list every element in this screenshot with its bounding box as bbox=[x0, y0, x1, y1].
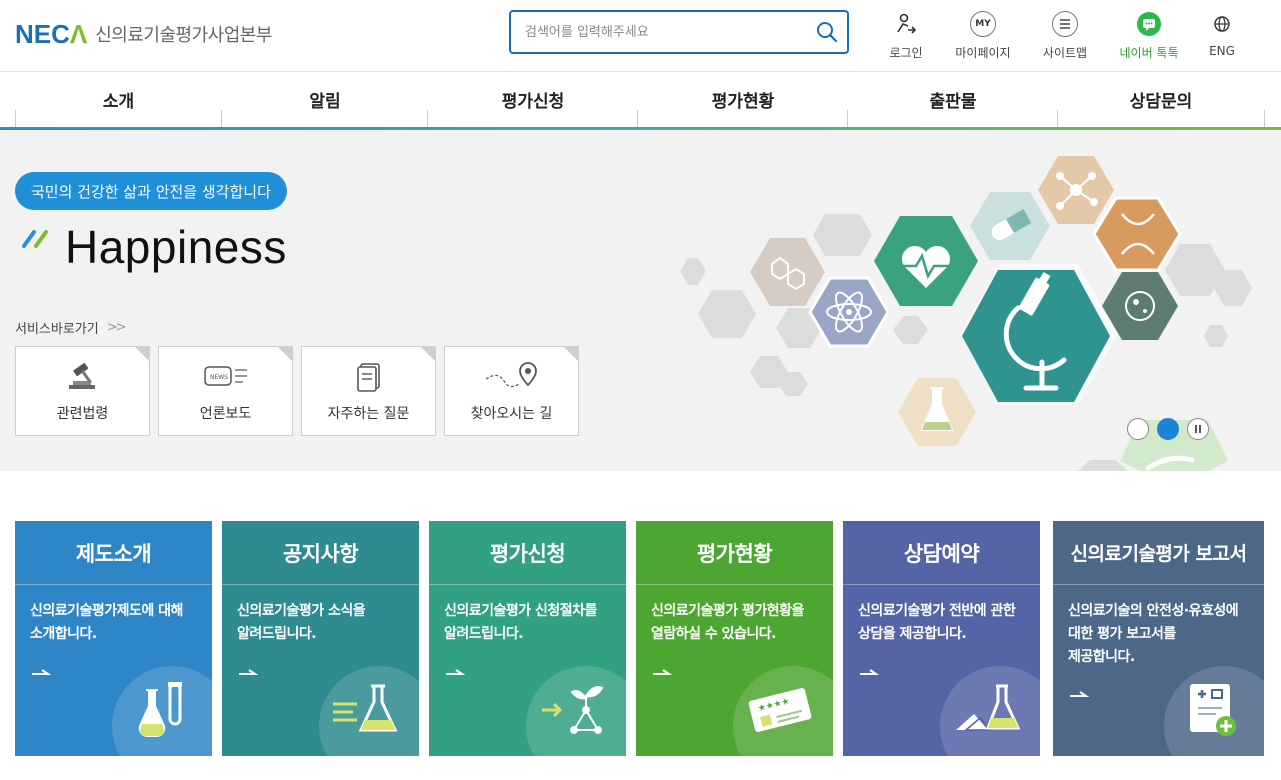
pause-icon bbox=[1195, 425, 1197, 433]
notebook-icon bbox=[356, 363, 380, 392]
card-description: 신의료기술평가제도에 대해 소개합니다. bbox=[30, 603, 183, 642]
login-label: 로그인 bbox=[889, 46, 923, 60]
quick-link-label: 언론보도 bbox=[199, 406, 252, 422]
nav-divider bbox=[15, 110, 16, 128]
card-description: 신의료기술평가 전반에 관한 상담을 제공합니다. bbox=[858, 603, 1016, 642]
svg-text:NEWS: NEWS bbox=[210, 374, 228, 381]
search-button[interactable] bbox=[815, 20, 839, 44]
slash-decoration bbox=[22, 230, 48, 248]
nav-item-intro[interactable]: 소개 bbox=[15, 72, 222, 127]
pause-button[interactable] bbox=[1187, 418, 1209, 440]
nav-divider bbox=[1264, 110, 1265, 128]
quick-link-faq[interactable]: 자주하는 질문 bbox=[301, 346, 436, 436]
card-description: 신의료기술평가 소식을 알려드립니다. bbox=[237, 603, 366, 642]
card-title: 공지사항 bbox=[222, 521, 419, 585]
quick-link-label: 관련법령 bbox=[56, 406, 109, 422]
news-icon: NEWS bbox=[203, 366, 247, 386]
english-label: ENG bbox=[1209, 44, 1235, 58]
login-link[interactable]: 로그인 bbox=[870, 10, 942, 61]
main-nav: 소개 알림 평가신청 평가현황 출판물 상담문의 bbox=[0, 72, 1281, 130]
slogan-badge: 국민의 건강한 삶과 안전을 생각합니다 bbox=[15, 172, 287, 210]
card-apply[interactable]: 평가신청 신의료기술평가 신청절차를 알려드립니다. bbox=[429, 521, 626, 756]
card-title: 평가현황 bbox=[636, 521, 833, 585]
naver-talk-link[interactable]: 네이버 톡톡 bbox=[1113, 10, 1185, 61]
sitemap-label: 사이트맵 bbox=[1042, 46, 1088, 60]
login-icon bbox=[892, 10, 920, 38]
nav-divider bbox=[427, 110, 428, 128]
nav-item-notice[interactable]: 알림 bbox=[222, 72, 428, 127]
site-logo[interactable]: NECΛ 신의료기술평가사업본부 bbox=[15, 18, 272, 50]
sprout-icon bbox=[542, 686, 604, 734]
location-pin-icon bbox=[485, 362, 537, 388]
slide-indicator[interactable] bbox=[1127, 418, 1149, 440]
card-title: 상담예약 bbox=[843, 521, 1040, 585]
sitemap-link[interactable]: 사이트맵 bbox=[1029, 10, 1101, 61]
card-title: 제도소개 bbox=[15, 521, 212, 585]
sitemap-icon bbox=[1052, 11, 1078, 37]
nav-divider bbox=[1057, 110, 1058, 128]
visual-headline: Happiness bbox=[65, 221, 287, 273]
nav-item-counsel[interactable]: 상담문의 bbox=[1058, 72, 1264, 127]
arrow-right-icon bbox=[32, 669, 52, 675]
nav-divider bbox=[221, 110, 222, 128]
arrow-right-icon bbox=[239, 669, 259, 675]
quick-link-press[interactable]: NEWS 언론보도 bbox=[158, 346, 293, 436]
english-link[interactable]: ENG bbox=[1186, 10, 1258, 58]
double-chevron-icon: >> bbox=[106, 320, 127, 335]
nav-item-publications[interactable]: 출판물 bbox=[848, 72, 1058, 127]
quick-link-label: 찾아오시는 길 bbox=[470, 406, 553, 422]
test-tube-icon bbox=[138, 682, 182, 737]
arrow-right-icon bbox=[446, 669, 466, 675]
arrow-right-icon bbox=[1070, 691, 1090, 697]
arrow-right-icon bbox=[653, 669, 673, 675]
card-status[interactable]: 평가현황 신의료기술평가 평가현황을 열람하실 수 있습니다. ★★★★ bbox=[636, 521, 833, 756]
quick-link-directions[interactable]: 찾아오시는 길 bbox=[444, 346, 579, 436]
quick-link-label: 자주하는 질문 bbox=[327, 406, 410, 422]
logo-text: 신의료기술평가사업본부 bbox=[95, 25, 272, 46]
rating-card-icon: ★★★★ bbox=[748, 688, 812, 732]
card-description: 신의료기술평가 평가현황을 열람하실 수 있습니다. bbox=[651, 603, 804, 642]
nav-item-status[interactable]: 평가현황 bbox=[638, 72, 848, 127]
quick-link-laws[interactable]: 관련법령 bbox=[15, 346, 150, 436]
quick-links-title: 서비스바로가기 >> bbox=[15, 320, 127, 337]
arrow-right-icon bbox=[860, 669, 880, 675]
slider-controls bbox=[1127, 418, 1209, 440]
card-system-intro[interactable]: 제도소개 신의료기술평가제도에 대해 소개합니다. bbox=[15, 521, 212, 756]
card-description: 신의료기술의 안전성·유효성에 대한 평가 보고서를 제공합니다. bbox=[1068, 603, 1239, 665]
naver-talk-label: 네이버 톡톡 bbox=[1119, 46, 1179, 60]
site-header: NECΛ 신의료기술평가사업본부 로그인 MY 마이페이지 사이트맵 네이버 톡… bbox=[0, 0, 1281, 72]
card-counsel[interactable]: 상담예약 신의료기술평가 전반에 관한 상담을 제공합니다. bbox=[843, 521, 1040, 756]
consult-icon bbox=[956, 684, 1021, 731]
my-icon: MY bbox=[970, 11, 996, 37]
report-icon bbox=[1190, 684, 1236, 736]
nav-divider bbox=[637, 110, 638, 128]
globe-icon bbox=[1208, 10, 1236, 38]
card-title: 신의료기술평가 보고서 bbox=[1053, 521, 1264, 585]
flask-list-icon bbox=[333, 684, 398, 732]
logo-mark: NECΛ bbox=[15, 18, 88, 49]
nav-divider bbox=[847, 110, 848, 128]
main-visual: 국민의 건강한 삶과 안전을 생각합니다 Happiness 서비스바로가기 >>… bbox=[0, 130, 1281, 471]
search-input[interactable] bbox=[525, 20, 805, 44]
gavel-icon bbox=[68, 363, 95, 389]
card-description: 신의료기술평가 신청절차를 알려드립니다. bbox=[444, 603, 597, 642]
mypage-label: 마이페이지 bbox=[955, 46, 1011, 60]
card-title: 평가신청 bbox=[429, 521, 626, 585]
search-box bbox=[509, 10, 849, 54]
card-reports[interactable]: 신의료기술평가 보고서 신의료기술의 안전성·유효성에 대한 평가 보고서를 제공합… bbox=[1053, 521, 1264, 756]
slide-indicator-active[interactable] bbox=[1157, 418, 1179, 440]
card-notices[interactable]: 공지사항 신의료기술평가 소식을 알려드립니다. bbox=[222, 521, 419, 756]
nav-item-apply[interactable]: 평가신청 bbox=[428, 72, 638, 127]
mypage-link[interactable]: MY 마이페이지 bbox=[947, 10, 1019, 61]
naver-talk-icon bbox=[1135, 10, 1163, 38]
search-icon bbox=[817, 22, 838, 43]
